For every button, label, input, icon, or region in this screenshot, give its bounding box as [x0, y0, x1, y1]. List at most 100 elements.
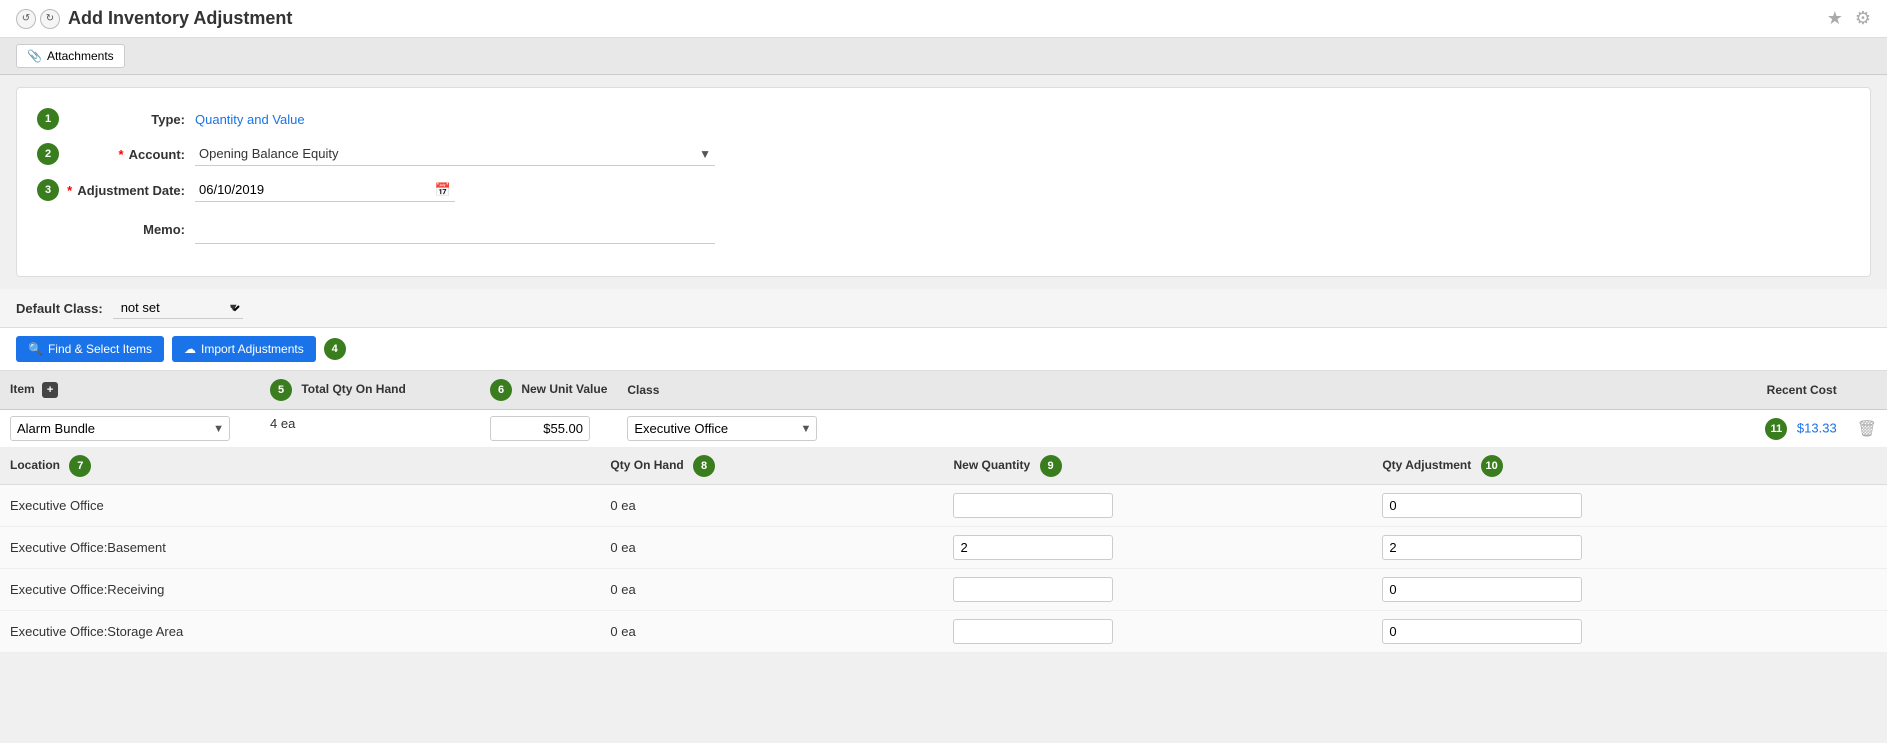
sub-col-header-location: Location 7 [0, 448, 600, 485]
nav-back-button[interactable]: ↺ [16, 9, 36, 29]
top-bar-right: ★ ⚙ [1827, 8, 1871, 29]
location-table-row: Executive Office:Basement0 ea [0, 527, 1887, 569]
recent-cost-header-label: Recent Cost [1767, 383, 1837, 397]
location-cell: Executive Office:Receiving [0, 569, 600, 611]
new-quantity-header-label: New Quantity [953, 458, 1030, 472]
item-select[interactable]: Alarm Bundle [10, 416, 230, 441]
memo-textarea[interactable] [195, 214, 715, 244]
action-buttons: 🔍 Find & Select Items ☁ Import Adjustmen… [0, 328, 1887, 370]
sub-table-row: Location 7 Qty On Hand 8 New Quantity 9 [0, 448, 1887, 654]
new-quantity-cell [943, 527, 1372, 569]
sub-col-header-qty-on-hand: Qty On Hand 8 [600, 448, 943, 485]
location-table-row: Executive Office0 ea [0, 485, 1887, 527]
total-qty-cell: 4 ea [260, 410, 480, 448]
adjustment-date-label-text: Adjustment Date: [77, 183, 185, 198]
adjustment-date-row: 3 * Adjustment Date: 📅 [37, 178, 1850, 202]
qty-adjustment-input[interactable] [1382, 577, 1582, 602]
gear-icon[interactable]: ⚙ [1855, 8, 1871, 29]
attachments-label: Attachments [47, 49, 114, 63]
item-header-label: Item [10, 382, 35, 396]
delete-row-icon[interactable]: 🗑 [1857, 421, 1877, 438]
star-icon[interactable]: ★ [1827, 8, 1843, 29]
step-badge-6: 6 [490, 379, 512, 401]
step-badge-9: 9 [1040, 455, 1062, 477]
recent-cost-cell: 11 $13.33 [827, 410, 1846, 448]
adjustment-date-input[interactable] [195, 178, 455, 202]
step-badge-3: 3 [37, 179, 59, 201]
table-wrapper: Item + 5 Total Qty On Hand 6 New Unit Va… [0, 370, 1887, 653]
qty-adjustment-cell [1372, 485, 1887, 527]
item-select-wrapper: Alarm Bundle ▼ [10, 416, 230, 441]
step-badge-7: 7 [69, 455, 91, 477]
default-class-label: Default Class: [16, 301, 103, 316]
qty-adjustment-input[interactable] [1382, 535, 1582, 560]
location-cell: Executive Office:Storage Area [0, 611, 600, 653]
attachments-button[interactable]: 📎 Attachments [16, 44, 125, 68]
paperclip-icon: 📎 [27, 49, 42, 63]
step-badge-1: 1 [37, 108, 59, 130]
account-dropdown-arrow[interactable]: ▼ [699, 147, 711, 161]
nav-forward-button[interactable]: ↻ [40, 9, 60, 29]
col-header-class: Class [617, 371, 827, 410]
new-quantity-cell [943, 611, 1372, 653]
qty-on-hand-cell: 0 ea [600, 485, 943, 527]
type-label: Type: [65, 112, 195, 127]
main-table: Item + 5 Total Qty On Hand 6 New Unit Va… [0, 370, 1887, 653]
step-badge-5: 5 [270, 379, 292, 401]
nav-arrows: ↺ ↻ [16, 9, 60, 29]
import-adjustments-label: Import Adjustments [201, 342, 304, 356]
find-select-items-label: Find & Select Items [48, 342, 152, 356]
new-quantity-input[interactable] [953, 493, 1113, 518]
required-star: * [118, 147, 123, 162]
qty-on-hand-cell: 0 ea [600, 611, 943, 653]
new-quantity-input[interactable] [953, 535, 1113, 560]
location-table-row: Executive Office:Receiving0 ea [0, 569, 1887, 611]
location-cell: Executive Office:Basement [0, 527, 600, 569]
add-item-icon[interactable]: + [42, 382, 58, 398]
step-badge-8: 8 [693, 455, 715, 477]
recent-cost-value: $13.33 [1797, 420, 1837, 435]
qty-adjustment-input[interactable] [1382, 493, 1582, 518]
step-badge-2: 2 [37, 143, 59, 165]
qty-on-hand-header-label: Qty On Hand [610, 458, 683, 472]
type-value: Quantity and Value [195, 112, 305, 127]
new-unit-value-input[interactable] [490, 416, 590, 441]
new-unit-val-header-label: New Unit Value [521, 382, 607, 396]
top-bar: ↺ ↻ Add Inventory Adjustment ★ ⚙ [0, 0, 1887, 38]
account-input[interactable]: Opening Balance Equity [195, 142, 715, 166]
search-icon: 🔍 [28, 342, 43, 356]
new-quantity-input[interactable] [953, 619, 1113, 644]
qty-adjustment-cell [1372, 527, 1887, 569]
class-select[interactable]: Executive Office [627, 416, 817, 441]
class-header-label: Class [627, 383, 659, 397]
qty-adjustment-cell [1372, 569, 1887, 611]
toolbar: 📎 Attachments [0, 38, 1887, 75]
account-select-wrapper: Opening Balance Equity ▼ [195, 142, 715, 166]
total-qty-header-label: Total Qty On Hand [301, 382, 405, 396]
new-quantity-cell [943, 485, 1372, 527]
import-adjustments-button[interactable]: ☁ Import Adjustments [172, 336, 316, 362]
col-header-new-unit-val: 6 New Unit Value [480, 371, 617, 410]
page-title: Add Inventory Adjustment [68, 8, 292, 29]
date-wrapper: 📅 [195, 178, 455, 202]
default-class-select[interactable]: not set [113, 297, 243, 319]
account-label-text: Account: [129, 147, 185, 162]
new-unit-val-cell [480, 410, 617, 448]
find-select-items-button[interactable]: 🔍 Find & Select Items [16, 336, 164, 362]
step-badge-11: 11 [1765, 418, 1787, 440]
memo-row: Memo: [37, 214, 1850, 244]
total-qty-value: 4 ea [270, 416, 295, 431]
class-cell: Executive Office ▼ [617, 410, 827, 448]
qty-adjustment-header-label: Qty Adjustment [1382, 458, 1471, 472]
col-header-recent-cost: Recent Cost [827, 371, 1846, 410]
qty-adjustment-cell [1372, 611, 1887, 653]
account-row: 2 * Account: Opening Balance Equity ▼ [37, 142, 1850, 166]
item-cell: Alarm Bundle ▼ [0, 410, 260, 448]
sub-table-cell: Location 7 Qty On Hand 8 New Quantity 9 [0, 448, 1887, 654]
sub-table: Location 7 Qty On Hand 8 New Quantity 9 [0, 448, 1887, 653]
new-quantity-input[interactable] [953, 577, 1113, 602]
step-badge-10: 10 [1481, 455, 1503, 477]
upload-icon: ☁ [184, 342, 196, 356]
qty-adjustment-input[interactable] [1382, 619, 1582, 644]
calendar-icon[interactable]: 📅 [435, 182, 451, 198]
